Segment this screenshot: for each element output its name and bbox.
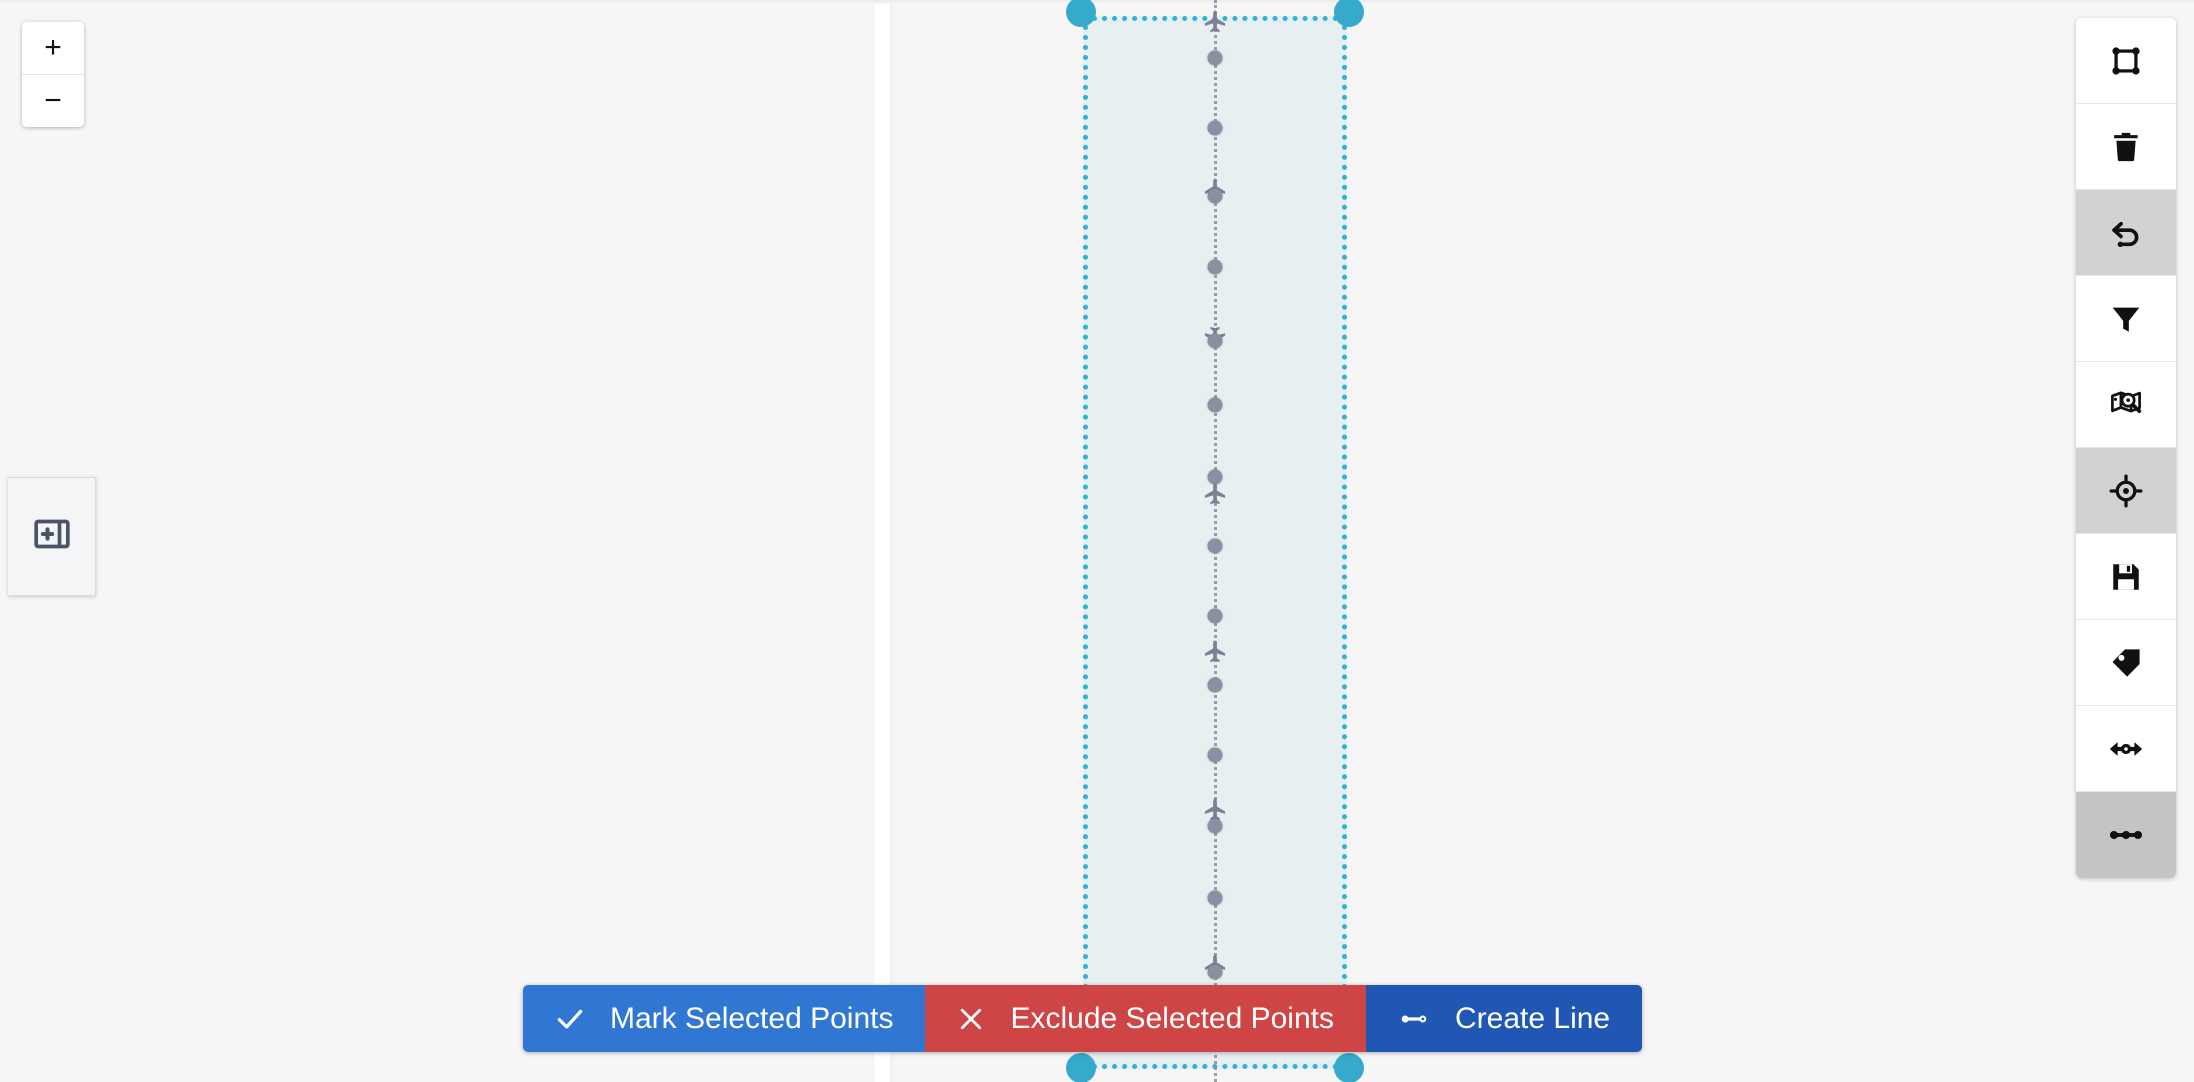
crosshair-target-icon (2109, 473, 2143, 508)
panel-divider-edge (890, 0, 892, 1082)
track-point-marker[interactable] (1207, 890, 1223, 906)
create-line-label: Create Line (1455, 1001, 1611, 1035)
mark-selected-points-label: Mark Selected Points (610, 1001, 894, 1035)
filter-funnel-icon (2109, 302, 2143, 336)
line-endpoints-icon (1398, 1003, 1430, 1035)
aircraft-marker[interactable] (1202, 481, 1228, 507)
aircraft-marker[interactable] (1202, 639, 1228, 665)
selection-handle-bottom-left[interactable] (1066, 1053, 1096, 1082)
close-x-icon (957, 1005, 985, 1033)
undo-arrow-icon (2109, 216, 2143, 250)
tool-tag-button[interactable] (2076, 620, 2176, 706)
track-point-marker[interactable] (1207, 964, 1223, 980)
track-point-marker[interactable] (1207, 747, 1223, 763)
aircraft-marker[interactable] (1202, 9, 1228, 35)
track-point-marker[interactable] (1207, 608, 1223, 624)
right-toolbar (2076, 18, 2176, 878)
minus-icon: − (44, 84, 62, 117)
points-line-icon (2108, 817, 2144, 853)
action-bar: Mark Selected Points Exclude Selected Po… (523, 985, 1643, 1052)
arrows-left-right-icon (2108, 731, 2144, 767)
panel-expand-icon (32, 514, 72, 559)
tool-box-select-button[interactable] (2076, 18, 2176, 104)
zoom-control: + − (22, 22, 84, 127)
tool-delete-button[interactable] (2076, 104, 2176, 190)
tool-center-target-button[interactable] (2076, 448, 2176, 534)
check-icon (555, 1004, 585, 1034)
selection-handle-top-right[interactable] (1334, 0, 1364, 27)
track-point-marker[interactable] (1207, 677, 1223, 693)
map-canvas[interactable] (0, 0, 2194, 1082)
tag-icon (2109, 646, 2143, 680)
selection-handle-bottom-right[interactable] (1334, 1053, 1364, 1082)
tool-save-button[interactable] (2076, 534, 2176, 620)
save-floppy-icon (2109, 560, 2143, 594)
bounding-box-select-icon (2109, 44, 2143, 78)
selection-handle-top-left[interactable] (1066, 0, 1096, 27)
tool-select-points-button[interactable] (2076, 792, 2176, 878)
create-line-button[interactable]: Create Line (1366, 985, 1643, 1052)
tool-map-search-button[interactable] (2076, 362, 2176, 448)
mark-selected-points-button[interactable]: Mark Selected Points (523, 985, 926, 1052)
plus-icon: + (44, 31, 62, 64)
track-point-marker[interactable] (1207, 538, 1223, 554)
zoom-in-button[interactable]: + (22, 22, 84, 74)
exclude-selected-points-button[interactable]: Exclude Selected Points (925, 985, 1366, 1052)
tool-measure-distance-button[interactable] (2076, 706, 2176, 792)
track-point-marker[interactable] (1207, 50, 1223, 66)
sidebar-toggle-button[interactable] (8, 477, 96, 596)
tool-undo-button[interactable] (2076, 190, 2176, 276)
tool-filter-button[interactable] (2076, 276, 2176, 362)
track-point-marker[interactable] (1207, 259, 1223, 275)
zoom-out-button[interactable]: − (22, 74, 84, 127)
track-point-marker[interactable] (1207, 188, 1223, 204)
track-point-marker[interactable] (1207, 397, 1223, 413)
track-point-marker[interactable] (1207, 333, 1223, 349)
selection-edge-left (1083, 15, 1088, 1070)
selection-edge-right (1342, 15, 1347, 1070)
app-root: + − Mark Selected Points Exclude Selecte… (0, 0, 2194, 1082)
trash-delete-icon (2109, 130, 2143, 164)
track-point-marker[interactable] (1207, 120, 1223, 136)
track-point-marker[interactable] (1207, 818, 1223, 834)
exclude-selected-points-label: Exclude Selected Points (1010, 1001, 1334, 1035)
map-search-icon (2109, 388, 2143, 422)
